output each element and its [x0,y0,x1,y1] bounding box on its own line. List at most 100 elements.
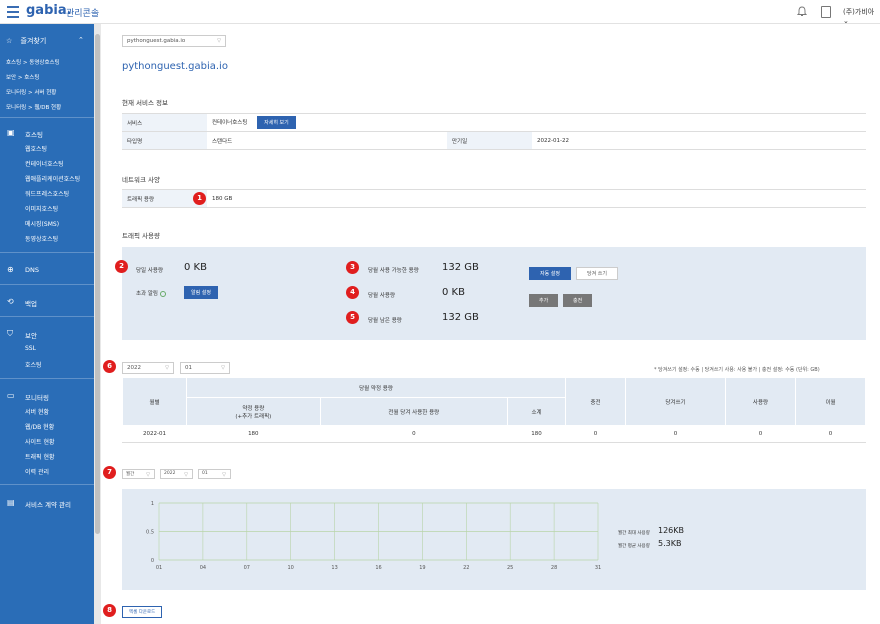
chevron-down-icon: ▽ [184,472,188,478]
today-value: 0 KB [184,262,207,273]
sidebar-item[interactable]: 이력 관리 [25,467,49,476]
col-subtotal: 소계 [507,397,566,426]
borrow-button[interactable]: 당겨 쓰기 [576,267,618,280]
chart-month-select[interactable]: 01 ▽ [198,469,231,479]
bell-icon[interactable] [797,6,807,17]
month-select[interactable]: 01 ▽ [180,362,230,374]
sidebar-section-monitoring[interactable]: ▭ 모니터링 [7,391,49,402]
year-select[interactable]: 2022 ▽ [122,362,174,374]
sidebar-item[interactable]: 웹/DB 현황 [25,422,54,431]
sidebar-section-dns[interactable]: ⊕ DNS [7,265,39,274]
monitor-icon: ▭ [7,391,15,400]
sidebar-item[interactable]: 사이트 현황 [25,437,55,446]
globe-icon: ⊕ [7,265,14,274]
col-month: 월별 [122,377,187,426]
fav-link[interactable]: 모니터링 > 웹/DB 현황 [6,103,61,111]
fav-link[interactable]: 모니터링 > 서버 현황 [6,88,56,96]
chart-panel: 0 0.5 1 01 04 07 10 13 16 19 22 25 28 31 월간 최대 사용량 12… [122,489,866,590]
col-prev-borrowed: 전월 당겨 사용한 용량 [319,397,509,426]
expire-value: 2022-01-22 [532,131,866,150]
sidebar-section-hosting[interactable]: ▣ 호스팅 [7,128,43,139]
col-borrow: 당겨쓰기 [625,377,726,426]
sidebar-item[interactable]: 메시징(SMS) [25,219,59,228]
traffic-value: 180 GB [207,189,866,208]
x-tick-label: 07 [244,565,250,571]
page-title: pythonguest.gabia.io [122,61,228,72]
marker-2: 2 [115,260,128,273]
x-tick-label: 10 [288,565,294,571]
col-contract: 당월 약정 용량 [186,377,566,398]
sidebar-section-backup[interactable]: ⟲ 백업 [7,297,37,308]
sidebar-item[interactable]: SSL [25,345,36,352]
remain-label: 당월 남은 용량 [368,318,402,324]
y-tick-label: 1 [151,501,154,507]
sidebar-item[interactable]: 트래픽 현황 [25,452,55,461]
cell: 0 [319,425,509,443]
alert-settings-button[interactable]: 알림 설정 [184,286,218,299]
star-icon: ☆ [6,37,13,45]
cell: 180 [507,425,566,443]
main-content: pythonguest.gabia.io ▽ pythonguest.gabia.… [104,24,880,624]
section-title: 네트워크 사양 [122,176,160,184]
document-icon[interactable] [821,6,831,18]
hamburger-menu-icon[interactable] [7,6,19,18]
x-tick-label: 04 [200,565,206,571]
network-table: 트래픽 용량 180 GB [122,189,866,208]
sidebar-favorites[interactable]: ☆ 즐겨찾기 ⌃ [6,36,84,46]
scrollbar-thumb[interactable] [95,34,100,534]
add-button[interactable]: 추가 [529,294,559,307]
marker-5: 5 [346,311,359,324]
sidebar-item[interactable]: 웹호스팅 [25,144,47,153]
chevron-down-icon: ▽ [165,365,169,371]
detail-button[interactable]: 자세히 보기 [257,116,296,129]
chevron-down-icon: ▽ [221,365,225,371]
user-menu[interactable]: (주)가비아 ⌄ [843,7,880,25]
marker-6: 6 [103,360,116,373]
chevron-down-icon: ▽ [217,38,221,44]
traffic-panel: 당일 사용량 0 KB 초과 알림 알림 설정 당월 사용 가능한 용량 132… [122,247,866,340]
divider [0,117,94,118]
excel-download-button[interactable]: 엑셀 다운로드 [122,606,163,618]
stat-max-label: 월간 최대 사용량 [618,531,650,536]
sidebar-item[interactable]: 서버 현황 [25,407,49,416]
divider [0,484,94,485]
fav-link[interactable]: 보안 > 호스팅 [6,73,39,81]
auto-settings-button[interactable]: 자동 설정 [529,267,571,280]
traffic-chart: 0 0.5 1 01 04 07 10 13 16 19 22 25 28 31 [146,501,601,571]
marker-3: 3 [346,261,359,274]
chart-year-select[interactable]: 2022 ▽ [160,469,193,479]
avail-value: 132 GB [442,262,479,273]
fav-link[interactable]: 호스팅 > 동영상호스팅 [6,58,60,66]
sidebar: ☆ 즐겨찾기 ⌃ 호스팅 > 동영상호스팅 보안 > 호스팅 모니터링 > 서버 … [0,24,94,624]
cell: 0 [625,425,726,443]
expire-label: 만기일 [447,131,532,150]
type-value: 스탠다드 [207,131,447,150]
table-row: 2022-01 180 0 180 0 0 0 0 [122,425,866,443]
x-tick-label: 25 [507,565,513,571]
gabia-logo[interactable]: gabia. [26,3,72,18]
sidebar-item[interactable]: 호스팅 [25,360,42,369]
cell: 0 [725,425,796,443]
scrollbar[interactable] [94,24,101,624]
stat-avg-value: 5.3KB [658,539,682,548]
marker-4: 4 [346,286,359,299]
sidebar-item[interactable]: 이미지호스팅 [25,204,58,213]
charge-button[interactable]: 충전 [563,294,593,307]
service-value: 컨테이너호스팅 [212,120,248,126]
y-tick-label: 0.5 [146,530,154,536]
col-charge: 충전 [565,377,626,426]
marker-7: 7 [103,466,116,479]
sidebar-item[interactable]: 워드프레스호스팅 [25,189,69,198]
sidebar-item[interactable]: 컨테이너호스팅 [25,159,64,168]
period-select[interactable]: 월간 ▽ [122,469,155,479]
x-tick-label: 16 [375,565,381,571]
domain-select[interactable]: pythonguest.gabia.io ▽ [122,35,226,47]
avail-label: 당월 사용 가능한 용량 [368,268,419,274]
cell: 0 [795,425,866,443]
sidebar-section-contract[interactable]: ▤ 서비스 계약 관리 [7,498,71,509]
sidebar-section-security[interactable]: ⛉ 보안 [7,329,37,340]
marker-1: 1 [193,192,206,205]
alert-label: 초과 알림 [136,289,166,297]
sidebar-item[interactable]: 동영상호스팅 [25,234,58,243]
sidebar-item[interactable]: 웹애플리케이션호스팅 [25,174,80,183]
